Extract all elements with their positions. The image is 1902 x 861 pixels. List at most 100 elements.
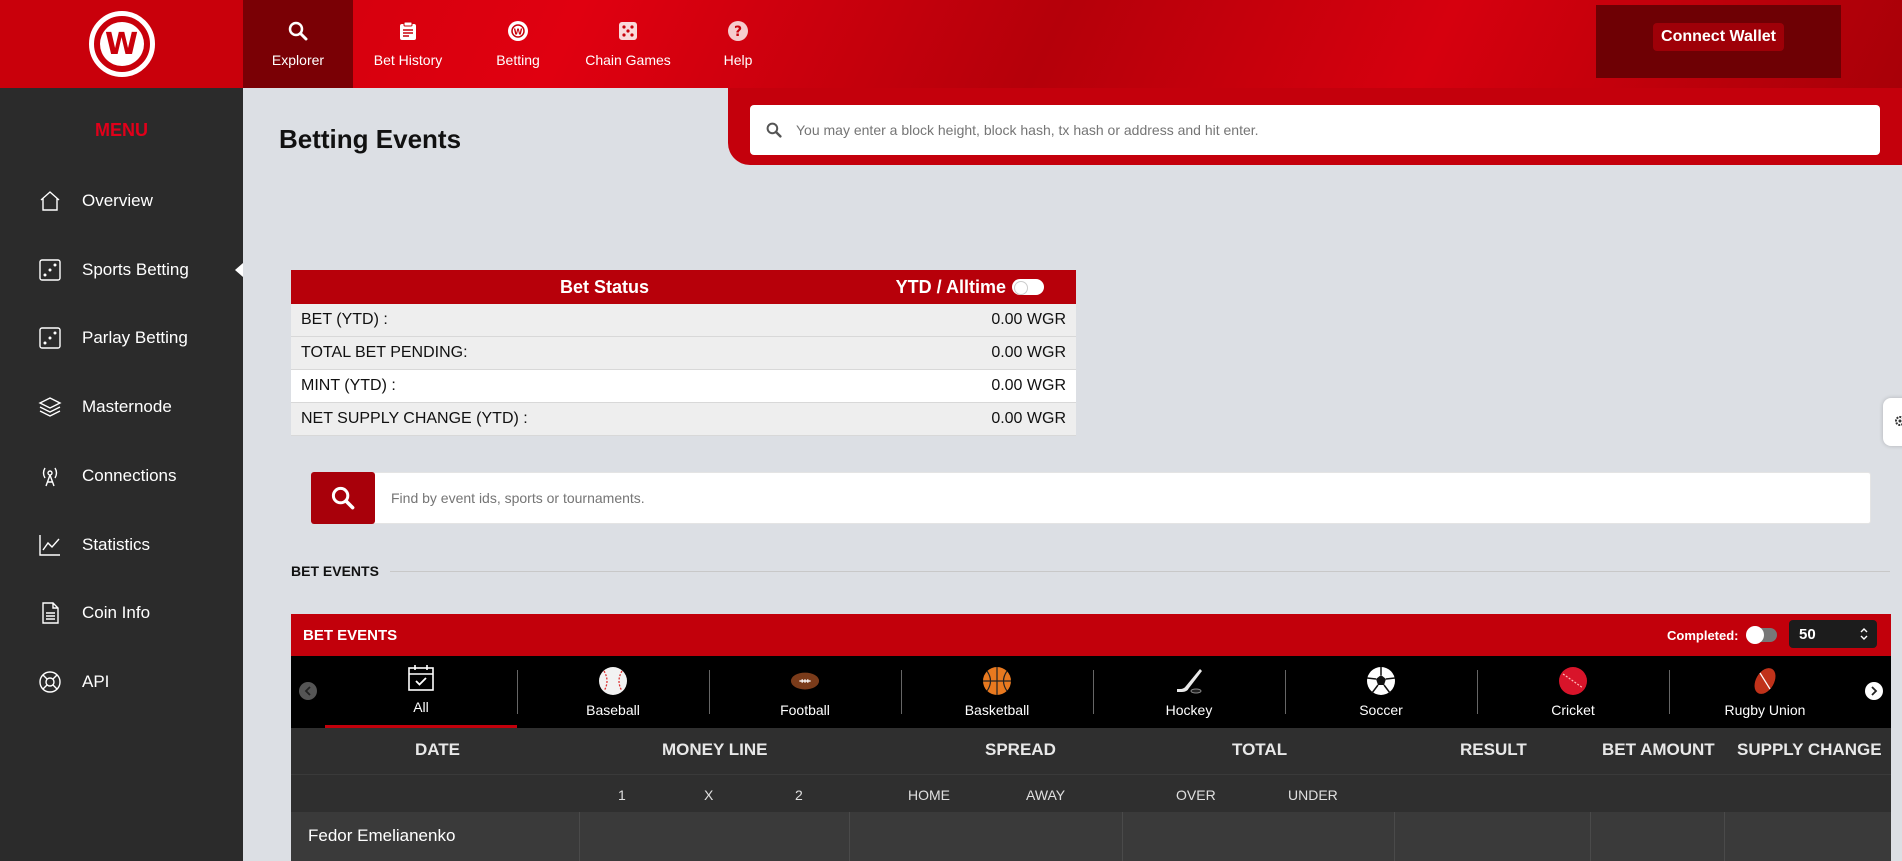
row-value: 0.00 WGR [991, 410, 1066, 427]
sport-tab-label: All [413, 699, 429, 715]
sport-tab-hockey[interactable]: Hockey [1093, 656, 1285, 728]
sport-tab-football[interactable]: Football [709, 656, 901, 728]
sidebar-item-label: Parlay Betting [82, 328, 188, 347]
sport-tab-label: Soccer [1359, 702, 1403, 718]
divider [849, 812, 850, 861]
table-row[interactable]: Fedor Emelianenko [291, 812, 1891, 861]
sport-tab-label: Baseball [586, 702, 640, 718]
per-page-select[interactable]: 50 [1789, 620, 1877, 648]
sidebar-item-connections[interactable]: Connections [0, 451, 243, 501]
nav-item-label: Chain Games [585, 52, 671, 68]
nav-item-help[interactable]: ? Help [683, 0, 793, 88]
row-label: MINT (YTD) : [301, 377, 396, 394]
sidebar-item-label: Statistics [82, 535, 151, 554]
dice-icon [38, 258, 62, 282]
search-icon [287, 20, 309, 42]
search-icon [766, 122, 782, 138]
column-header-date: DATE [415, 740, 461, 759]
nav-item-bet-history[interactable]: Bet History [353, 0, 463, 88]
table-subheader: 1 X 2 HOME AWAY OVER UNDER [291, 774, 1891, 812]
connect-wallet-button[interactable]: Connect Wallet [1653, 22, 1784, 51]
event-name: Fedor Emelianenko [308, 826, 456, 845]
nav-item-betting[interactable]: W Betting [463, 0, 573, 88]
row-label: NET SUPPLY CHANGE (YTD) : [301, 410, 528, 427]
dice-icon [617, 20, 639, 42]
completed-toggle[interactable] [1745, 626, 1777, 644]
svg-text:W: W [514, 28, 523, 37]
scroll-right-button[interactable] [1865, 682, 1883, 700]
bet-status-row: NET SUPPLY CHANGE (YTD) : 0.00 WGR [291, 403, 1076, 436]
scroll-left-button[interactable] [299, 682, 317, 700]
divider [1394, 812, 1395, 861]
gear-icon [1895, 416, 1902, 426]
bet-status-card: Bet Status YTD / Alltime BET (YTD) : 0.0… [291, 270, 1076, 436]
ytd-alltime-toggle[interactable] [1012, 279, 1044, 295]
subheader-ml-1: 1 [618, 787, 626, 803]
column-header-supply-change: SUPPLY CHANGE [1737, 740, 1882, 759]
event-search-input[interactable] [391, 490, 1691, 506]
sidebar-item-sports-betting[interactable]: Sports Betting [0, 245, 243, 295]
sport-tab-basketball[interactable]: Basketball [901, 656, 1093, 728]
antenna-icon [38, 464, 62, 488]
clipboard-icon [397, 20, 419, 42]
sport-tab-cricket[interactable]: Cricket [1477, 656, 1669, 728]
sidebar-item-coin-info[interactable]: Coin Info [0, 588, 243, 638]
document-icon [38, 601, 62, 625]
ytd-alltime-label: YTD / Alltime [895, 276, 1006, 297]
hockey-icon [1174, 666, 1204, 696]
global-search [750, 105, 1880, 155]
column-header-total: TOTAL [1232, 740, 1288, 759]
section-label: BET EVENTS [291, 563, 379, 579]
home-icon [38, 189, 62, 213]
chevron-right-icon [1871, 686, 1878, 696]
row-value: 0.00 WGR [991, 377, 1066, 394]
sidebar-item-masternode[interactable]: Masternode [0, 382, 243, 432]
divider [390, 571, 1890, 572]
settings-tab[interactable] [1883, 398, 1902, 446]
nav-item-chain-games[interactable]: Chain Games [573, 0, 683, 88]
sport-tab-rugby-union[interactable]: Rugby Union [1669, 656, 1861, 728]
sports-tabs: All Baseball Football Basketball Hockey … [291, 656, 1891, 728]
subheader-away: AWAY [1026, 787, 1066, 803]
soccer-icon [1366, 666, 1396, 696]
chevron-left-icon [304, 686, 311, 696]
divider [1724, 812, 1725, 861]
sidebar: MENU Overview Sports Betting Parlay Bett… [0, 88, 243, 861]
calendar-icon [406, 663, 436, 693]
bet-status-row: BET (YTD) : 0.00 WGR [291, 304, 1076, 337]
subheader-ml-x: X [704, 787, 714, 803]
bet-events-title: BET EVENTS [303, 626, 398, 644]
sidebar-item-parlay-betting[interactable]: Parlay Betting [0, 313, 243, 363]
event-search-button[interactable] [311, 472, 375, 524]
sidebar-item-statistics[interactable]: Statistics [0, 520, 243, 570]
wallet-area: Connect Wallet [1596, 5, 1841, 78]
sport-tab-all[interactable]: All [325, 656, 517, 728]
sidebar-item-label: API [82, 672, 110, 691]
basketball-icon [982, 666, 1012, 696]
bet-status-header: Bet Status YTD / Alltime [291, 270, 1076, 304]
search-input[interactable] [796, 122, 1796, 138]
bet-events-header: BET EVENTS Completed: 50 [291, 614, 1891, 656]
lifebuoy-icon [38, 670, 62, 694]
row-label: TOTAL BET PENDING: [301, 344, 468, 361]
sidebar-item-api[interactable]: API [0, 657, 243, 707]
sidebar-item-label: Connections [82, 466, 177, 485]
top-nav: Explorer Bet History W Betting Chain Gam… [243, 0, 793, 88]
logo[interactable]: W [0, 0, 243, 88]
sport-tab-soccer[interactable]: Soccer [1285, 656, 1477, 728]
row-value: 0.00 WGR [991, 311, 1066, 328]
bet-status-row: TOTAL BET PENDING: 0.00 WGR [291, 337, 1076, 370]
column-header-result: RESULT [1460, 740, 1527, 759]
svg-text:?: ? [734, 24, 742, 40]
sidebar-item-label: Sports Betting [82, 260, 189, 279]
wagerr-logo-icon: W [88, 11, 155, 77]
nav-item-explorer[interactable]: Explorer [243, 0, 353, 88]
dice-icon [38, 326, 62, 350]
sidebar-item-label: Coin Info [82, 603, 151, 622]
nav-item-label: Bet History [373, 52, 443, 68]
sport-tab-baseball[interactable]: Baseball [517, 656, 709, 728]
table-header: DATE MONEY LINE SPREAD TOTAL RESULT BET … [291, 728, 1891, 774]
sidebar-item-overview[interactable]: Overview [0, 176, 243, 226]
event-search [311, 472, 1871, 524]
subheader-over: OVER [1176, 787, 1216, 803]
